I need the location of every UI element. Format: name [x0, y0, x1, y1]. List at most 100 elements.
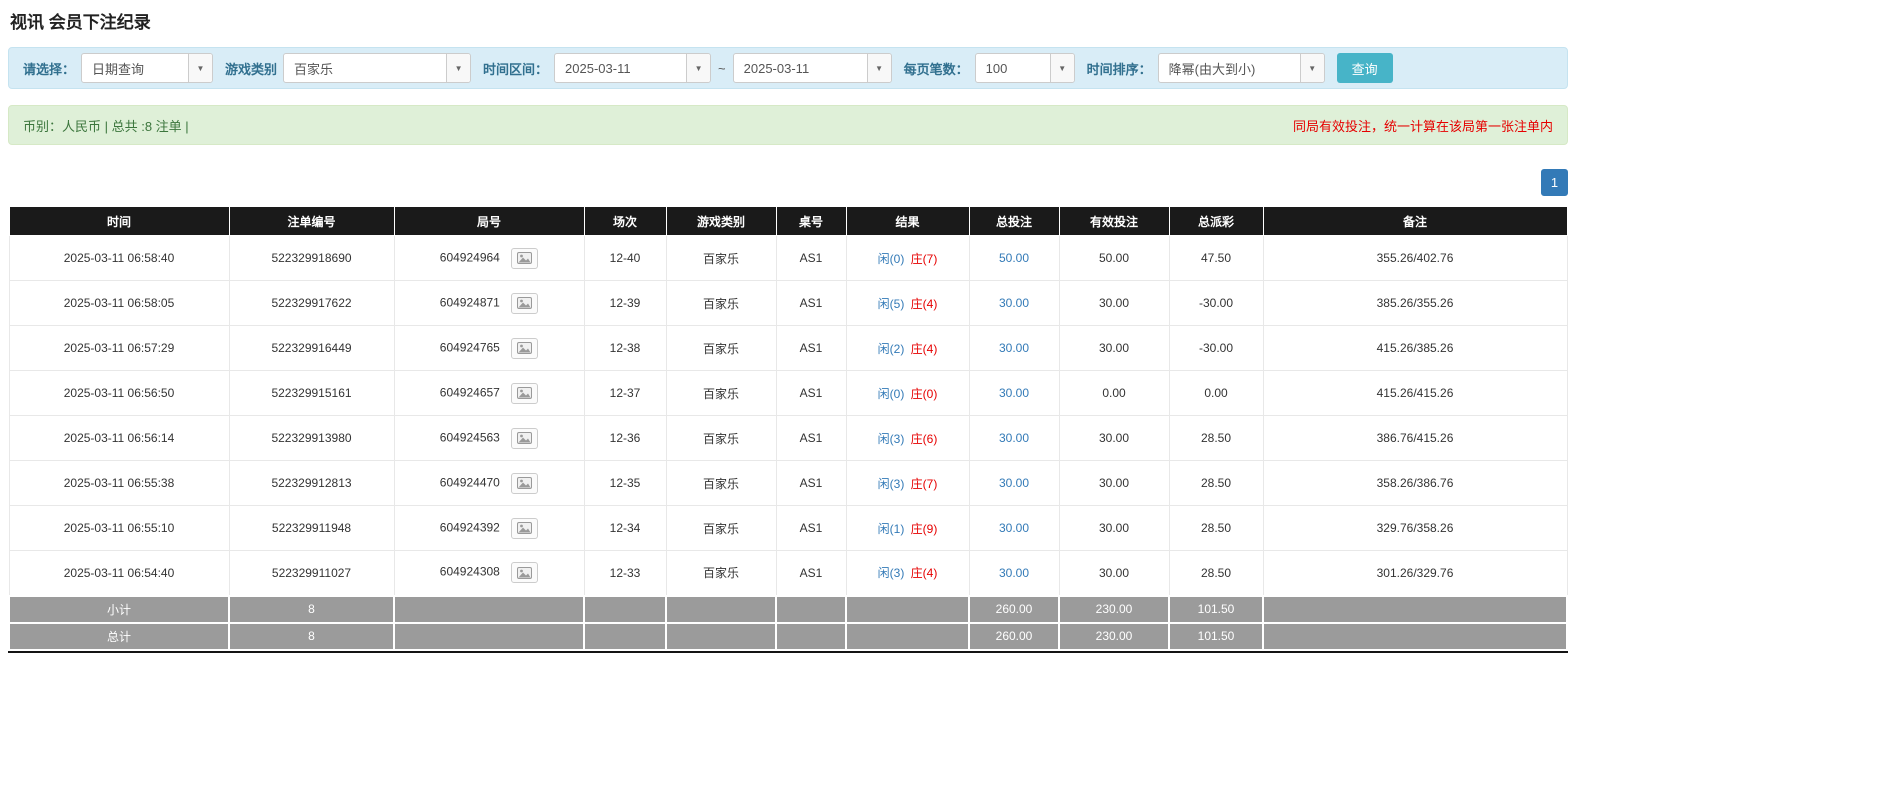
summary-valid-bet: 230.00 [1058, 621, 1170, 651]
column-header: 总投注 [968, 206, 1060, 236]
cell-table-no: AS1 [775, 550, 847, 596]
cell-payout: 28.50 [1168, 550, 1264, 596]
total-bet-link[interactable]: 30.00 [999, 296, 1029, 310]
cell-round-id: 604924765 [393, 325, 585, 371]
cell-note: 355.26/402.76 [1262, 235, 1568, 281]
query-type-value: 日期查询 [92, 61, 145, 77]
table-row: 2025-03-11 06:54:40 522329911027 6049243… [8, 550, 1568, 596]
total-bet-link[interactable]: 30.00 [999, 386, 1029, 400]
cell-valid-bet: 30.00 [1058, 460, 1170, 506]
round-id: 604924765 [439, 340, 500, 355]
chevron-down-icon: ▼ [1049, 54, 1074, 82]
cell-time: 2025-03-11 06:55:38 [8, 460, 230, 506]
cell-round-id: 604924308 [393, 550, 585, 596]
cell-bet-id: 522329911027 [228, 550, 395, 596]
cell-payout: 28.50 [1168, 460, 1264, 506]
date-to-select[interactable]: 2025-03-11 ▼ [732, 53, 892, 83]
cell-result: 闲(3) 庄(6) [845, 415, 970, 461]
video-replay-icon[interactable] [511, 247, 539, 269]
table-row: 2025-03-11 06:58:05 522329917622 6049248… [8, 280, 1568, 326]
cell-bet-id: 522329915161 [228, 370, 395, 416]
currency-summary: 币别：人民币 | 总共 :8 注单 | [23, 118, 189, 134]
search-button[interactable]: 查询 [1336, 53, 1393, 83]
cell-session: 12-38 [583, 325, 667, 371]
total-bet-link[interactable]: 50.00 [999, 251, 1029, 265]
date-from-value: 2025-03-11 [565, 60, 631, 76]
video-replay-icon[interactable] [511, 427, 539, 449]
summary-empty-cell [393, 621, 585, 651]
result-banker: 庄(9) [910, 521, 938, 536]
result-player: 闲(3) [877, 476, 905, 491]
query-type-select[interactable]: 日期查询 ▼ [81, 53, 214, 83]
total-bet-link[interactable]: 30.00 [999, 431, 1029, 445]
column-header: 结果 [845, 206, 970, 236]
summary-count: 8 [228, 594, 395, 624]
page-number-button[interactable]: 1 [1541, 169, 1568, 196]
result-player: 闲(3) [877, 431, 905, 446]
chevron-down-icon: ▼ [446, 54, 471, 82]
sort-order-select[interactable]: 降幂(由大到小) ▼ [1157, 53, 1325, 83]
cell-session: 12-35 [583, 460, 667, 506]
summary-valid-bet: 230.00 [1058, 594, 1170, 624]
cell-round-id: 604924871 [393, 280, 585, 326]
cell-payout: 0.00 [1168, 370, 1264, 416]
result-player: 闲(3) [877, 566, 905, 581]
table-row: 2025-03-11 06:55:10 522329911948 6049243… [8, 505, 1568, 551]
summary-empty-cell [583, 621, 667, 651]
cell-table-no: AS1 [775, 505, 847, 551]
notice-text: 同局有效投注，统一计算在该局第一张注单内 [1292, 118, 1553, 134]
total-bet-link[interactable]: 30.00 [999, 521, 1029, 535]
video-replay-icon[interactable] [511, 517, 539, 539]
summary-row: 总计 8 260.00 230.00 101.50 [8, 621, 1568, 651]
summary-empty-cell [583, 594, 667, 624]
cell-round-id: 604924392 [393, 505, 585, 551]
sort-order-label: 时间排序： [1086, 61, 1152, 77]
table-row: 2025-03-11 06:55:38 522329912813 6049244… [8, 460, 1568, 506]
video-replay-icon[interactable] [511, 472, 539, 494]
result-banker: 庄(7) [910, 476, 938, 491]
cell-valid-bet: 30.00 [1058, 280, 1170, 326]
cell-bet-id: 522329916449 [228, 325, 395, 371]
video-replay-icon[interactable] [511, 562, 539, 584]
cell-game-type: 百家乐 [665, 460, 777, 506]
filter-bar: 请选择： 日期查询 ▼ 游戏类别 百家乐 ▼ 时间区间： 2025-03-11 … [8, 47, 1568, 89]
result-player: 闲(2) [877, 341, 905, 356]
video-replay-icon[interactable] [511, 337, 539, 359]
game-type-select[interactable]: 百家乐 ▼ [283, 53, 472, 83]
cell-round-id: 604924657 [393, 370, 585, 416]
column-header: 桌号 [775, 206, 847, 236]
cell-bet-id: 522329917622 [228, 280, 395, 326]
column-header: 注单编号 [228, 206, 395, 236]
cell-valid-bet: 30.00 [1058, 550, 1170, 596]
total-bet-link[interactable]: 30.00 [999, 341, 1029, 355]
summary-count: 8 [228, 621, 395, 651]
chevron-down-icon: ▼ [686, 54, 711, 82]
cell-valid-bet: 30.00 [1058, 325, 1170, 371]
video-replay-icon[interactable] [511, 292, 539, 314]
table-row: 2025-03-11 06:58:40 522329918690 6049249… [8, 235, 1568, 281]
cell-game-type: 百家乐 [665, 280, 777, 326]
page-size-select[interactable]: 100 ▼ [974, 53, 1075, 83]
total-bet-link[interactable]: 30.00 [999, 566, 1029, 580]
cell-valid-bet: 50.00 [1058, 235, 1170, 281]
records-table: 时间 注单编号 局号 场次 游戏类别 桌号 结果 总投注 有效投注 总派彩 备注 2025-03-1… [8, 206, 1568, 651]
date-from-select[interactable]: 2025-03-11 ▼ [554, 53, 712, 83]
result-player: 闲(0) [877, 251, 905, 266]
total-bet-link[interactable]: 30.00 [999, 476, 1029, 490]
summary-empty-cell [393, 594, 585, 624]
summary-empty-cell [845, 594, 970, 624]
cell-round-id: 604924964 [393, 235, 585, 281]
cell-result: 闲(3) 庄(7) [845, 460, 970, 506]
summary-label: 总计 [8, 621, 230, 651]
column-header: 时间 [8, 206, 230, 236]
cell-note: 386.76/415.26 [1262, 415, 1568, 461]
cell-time: 2025-03-11 06:55:10 [8, 505, 230, 551]
round-id: 604924563 [439, 430, 500, 445]
cell-game-type: 百家乐 [665, 370, 777, 416]
video-replay-icon[interactable] [511, 382, 539, 404]
round-id: 604924657 [439, 385, 500, 400]
cell-payout: 28.50 [1168, 505, 1264, 551]
page: 视讯 会员下注纪录 请选择： 日期查询 ▼ 游戏类别 百家乐 ▼ 时间区间： 2… [0, 0, 1576, 653]
table-row: 2025-03-11 06:56:14 522329913980 6049245… [8, 415, 1568, 461]
round-id: 604924392 [439, 520, 500, 535]
